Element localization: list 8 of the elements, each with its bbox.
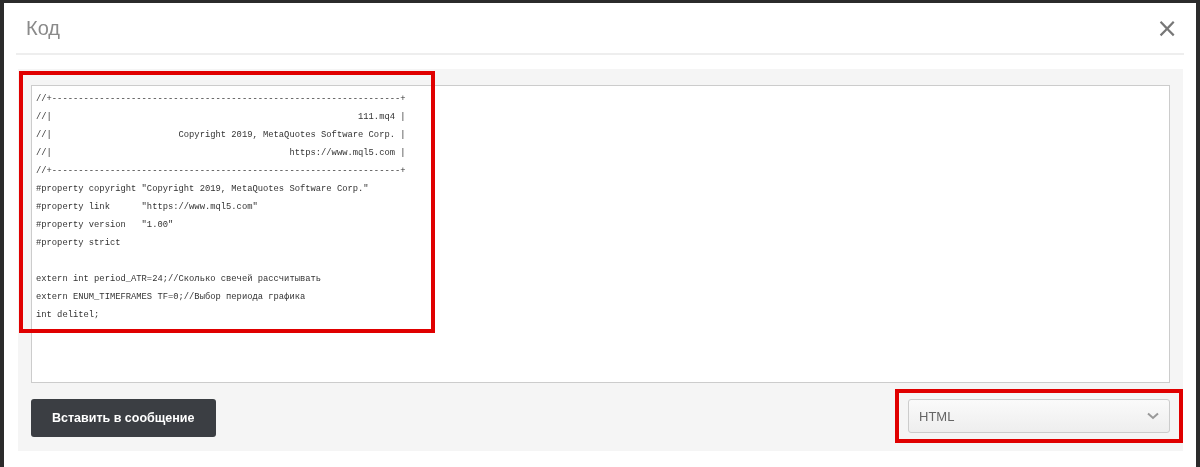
code-editor[interactable] bbox=[31, 85, 1170, 383]
close-button[interactable]: × bbox=[1150, 15, 1184, 41]
insert-button[interactable]: Вставить в сообщение bbox=[31, 399, 216, 437]
chevron-down-icon bbox=[1147, 412, 1159, 420]
code-text: //+------------------------------------------------------------------+ //| 111.mq4 | //| Copyright 2019, MetaQuotes Software Corp. | //| https://www.mql5.com | //+------------------------------------------------------------------+ #property copyright "Copyright 2019, MetaQuotes Software Corp." #property link "https://www.mql5.com" #property version "1.00" #property strict extern int period_ATR=24;//Сколько свечей рассчитывать extern ENUM_TIMEFRAMES TF=0;//Выбор периода графика int delitel; bbox=[36, 93, 406, 322]
select-value: HTML bbox=[919, 408, 955, 424]
language-select[interactable]: HTML bbox=[908, 399, 1170, 433]
dialog-title: Код bbox=[25, 16, 60, 40]
